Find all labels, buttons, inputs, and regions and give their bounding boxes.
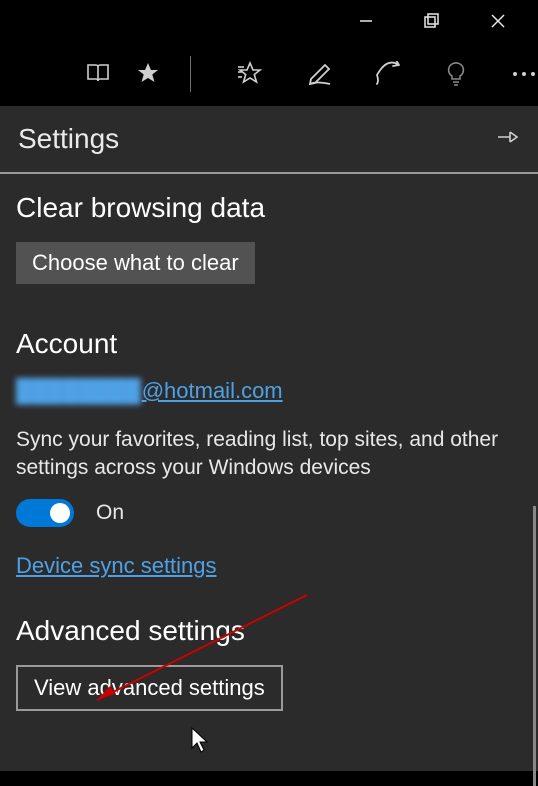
window-titlebar	[0, 0, 538, 42]
panel-header: Settings	[0, 106, 538, 174]
account-title: Account	[16, 328, 522, 360]
more-icon[interactable]	[510, 58, 538, 90]
sync-toggle-label: On	[96, 501, 124, 525]
share-icon[interactable]	[374, 58, 402, 90]
clear-data-title: Clear browsing data	[16, 192, 522, 224]
maximize-button[interactable]	[414, 3, 450, 39]
scrollbar[interactable]	[533, 506, 536, 786]
sync-toggle-row: On	[16, 499, 522, 527]
tips-icon[interactable]	[442, 58, 470, 90]
device-sync-link[interactable]: Device sync settings	[16, 553, 217, 578]
view-advanced-button[interactable]: View advanced settings	[16, 665, 283, 711]
choose-clear-button[interactable]: Choose what to clear	[16, 242, 255, 284]
annotate-icon[interactable]	[307, 58, 335, 90]
minimize-button[interactable]	[348, 3, 384, 39]
settings-panel: Settings Clear browsing data Choose what…	[0, 106, 538, 771]
account-email: ████████@hotmail.com	[16, 378, 522, 404]
browser-toolbar	[0, 42, 538, 106]
pin-icon[interactable]	[496, 127, 520, 152]
account-email-link-hidden[interactable]: ████████	[16, 378, 141, 404]
panel-title: Settings	[18, 123, 119, 155]
add-favorite-icon[interactable]	[237, 58, 267, 90]
favorites-icon[interactable]	[134, 58, 162, 90]
account-email-link-suffix[interactable]: @hotmail.com	[142, 378, 283, 403]
advanced-title: Advanced settings	[16, 615, 522, 647]
sync-description: Sync your favorites, reading list, top s…	[16, 426, 522, 483]
sync-toggle[interactable]	[16, 499, 74, 527]
toggle-thumb	[50, 503, 70, 523]
reading-list-icon[interactable]	[84, 58, 112, 90]
close-button[interactable]	[480, 3, 516, 39]
toolbar-divider	[190, 56, 191, 92]
panel-body: Clear browsing data Choose what to clear…	[0, 174, 538, 711]
